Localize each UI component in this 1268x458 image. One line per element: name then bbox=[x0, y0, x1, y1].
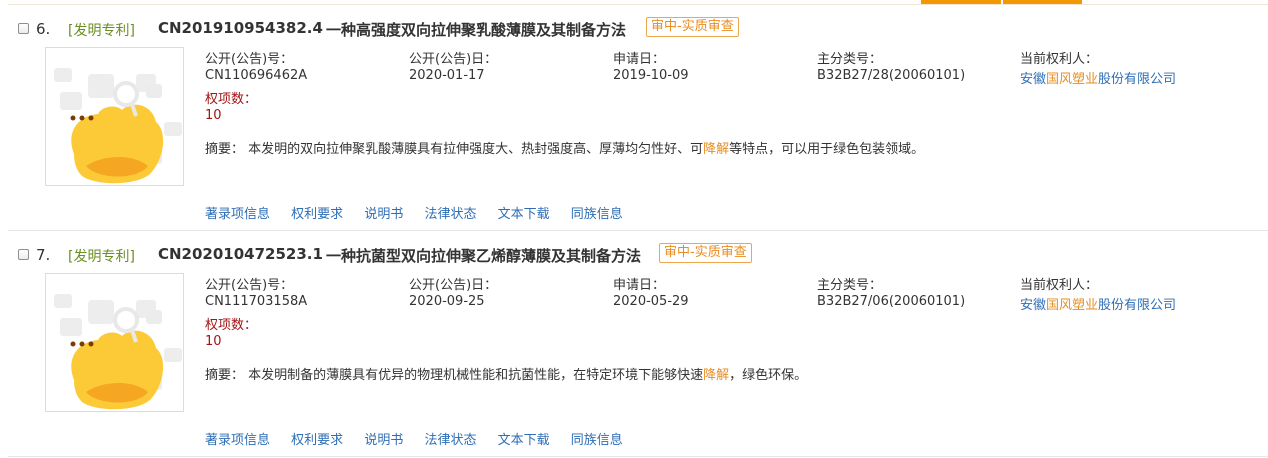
claims-label: 权项数： bbox=[205, 318, 258, 333]
patent-thumbnail[interactable] bbox=[45, 47, 184, 186]
app-date-label: 申请日： bbox=[613, 278, 666, 293]
result-index: 7. bbox=[36, 246, 51, 264]
detail-links: 著录项信息 权利要求 说明书 法律状态 文本下载 同族信息 bbox=[205, 203, 640, 222]
select-checkbox[interactable] bbox=[18, 23, 29, 34]
abstract-part: 摘要： 本发明的双向拉伸聚乳酸薄膜具有拉伸强度大、热封强度高、厚薄均匀性好、可 bbox=[205, 142, 704, 157]
abstract-part: 等特点，可以用于绿色包装领域。 bbox=[729, 142, 925, 157]
app-date-value: 2019-10-09 bbox=[613, 68, 689, 83]
patent-thumbnail-mascot-icon bbox=[54, 68, 182, 184]
status-badge: 审中-实质审查 bbox=[646, 17, 739, 37]
pub-date-label: 公开(公告)日： bbox=[409, 278, 498, 293]
select-checkbox[interactable] bbox=[18, 249, 29, 260]
abstract-highlight: 降解 bbox=[703, 142, 730, 157]
result-index: 6. bbox=[36, 20, 51, 38]
link-claims[interactable]: 权利要求 bbox=[291, 207, 343, 222]
owner-name-part: 股份有限公司 bbox=[1098, 298, 1177, 313]
owner-name-part: 股份有限公司 bbox=[1098, 72, 1177, 87]
application-number[interactable]: CN202010472523.1 bbox=[158, 245, 323, 263]
pub-no-label: 公开(公告)号： bbox=[205, 278, 294, 293]
result-item: 6. [发明专利] CN201910954382.4 一种高强度双向拉伸聚乳酸薄… bbox=[8, 6, 1268, 231]
patent-type: [发明专利] bbox=[68, 249, 135, 265]
link-legal-status[interactable]: 法律状态 bbox=[424, 207, 476, 222]
link-description[interactable]: 说明书 bbox=[364, 433, 403, 448]
result-item: 7. [发明专利] CN202010472523.1 一种抗菌型双向拉伸聚乙烯醇… bbox=[8, 232, 1268, 457]
owner-label: 当前权利人： bbox=[1020, 278, 1099, 293]
link-family[interactable]: 同族信息 bbox=[571, 207, 623, 222]
pub-date-value: 2020-01-17 bbox=[409, 68, 485, 83]
abstract-part: ，绿色环保。 bbox=[729, 368, 808, 383]
status-badge: 审中-实质审查 bbox=[659, 243, 752, 263]
owner-name-highlight: 国风塑业 bbox=[1046, 298, 1099, 313]
owner-link[interactable]: 安徽国风塑业股份有限公司 bbox=[1020, 294, 1176, 313]
pub-no-value: CN110696462A bbox=[205, 68, 308, 83]
pub-date-value: 2020-09-25 bbox=[409, 294, 485, 309]
pub-no-value: CN111703158A bbox=[205, 294, 308, 309]
ipc-label: 主分类号： bbox=[817, 278, 883, 293]
application-number[interactable]: CN201910954382.4 bbox=[158, 19, 323, 37]
link-family[interactable]: 同族信息 bbox=[571, 433, 623, 448]
app-date-label: 申请日： bbox=[613, 52, 666, 67]
owner-link[interactable]: 安徽国风塑业股份有限公司 bbox=[1020, 68, 1176, 87]
claims-value: 10 bbox=[205, 334, 222, 349]
ipc-value: B32B27/06(20060101) bbox=[817, 294, 966, 309]
ipc-label: 主分类号： bbox=[817, 52, 883, 67]
ipc-value: B32B27/28(20060101) bbox=[817, 68, 966, 83]
claims-label: 权项数： bbox=[205, 92, 258, 107]
abstract-part: 摘要： 本发明制备的薄膜具有优异的物理机械性能和抗菌性能，在特定环境下能够快速 bbox=[205, 368, 704, 383]
active-tab-indicator-2[interactable] bbox=[1003, 0, 1082, 4]
patent-title[interactable]: 一种高强度双向拉伸聚乳酸薄膜及其制备方法 bbox=[326, 19, 626, 40]
abstract-text: 摘要： 本发明的双向拉伸聚乳酸薄膜具有拉伸强度大、热封强度高、厚薄均匀性好、可降… bbox=[205, 138, 924, 157]
active-tab-indicator[interactable] bbox=[921, 0, 1001, 4]
link-bibliographic[interactable]: 著录项信息 bbox=[205, 433, 270, 448]
patent-results-page: 6. [发明专利] CN201910954382.4 一种高强度双向拉伸聚乳酸薄… bbox=[0, 0, 1268, 458]
owner-name-part: 安徽 bbox=[1020, 298, 1047, 313]
link-download[interactable]: 文本下载 bbox=[498, 433, 550, 448]
owner-name-part: 安徽 bbox=[1020, 72, 1047, 87]
claims-value: 10 bbox=[205, 108, 222, 123]
detail-links: 著录项信息 权利要求 说明书 法律状态 文本下载 同族信息 bbox=[205, 429, 640, 448]
abstract-highlight: 降解 bbox=[703, 368, 730, 383]
patent-thumbnail-mascot-icon bbox=[54, 294, 182, 410]
owner-label: 当前权利人： bbox=[1020, 52, 1099, 67]
owner-name-highlight: 国风塑业 bbox=[1046, 72, 1099, 87]
patent-type: [发明专利] bbox=[68, 23, 135, 39]
pub-date-label: 公开(公告)日： bbox=[409, 52, 498, 67]
patent-thumbnail[interactable] bbox=[45, 273, 184, 412]
abstract-text: 摘要： 本发明制备的薄膜具有优异的物理机械性能和抗菌性能，在特定环境下能够快速降… bbox=[205, 364, 807, 383]
link-legal-status[interactable]: 法律状态 bbox=[424, 433, 476, 448]
link-claims[interactable]: 权利要求 bbox=[291, 433, 343, 448]
pub-no-label: 公开(公告)号： bbox=[205, 52, 294, 67]
patent-title[interactable]: 一种抗菌型双向拉伸聚乙烯醇薄膜及其制备方法 bbox=[326, 245, 641, 266]
link-download[interactable]: 文本下载 bbox=[498, 207, 550, 222]
app-date-value: 2020-05-29 bbox=[613, 294, 689, 309]
link-bibliographic[interactable]: 著录项信息 bbox=[205, 207, 270, 222]
link-description[interactable]: 说明书 bbox=[364, 207, 403, 222]
